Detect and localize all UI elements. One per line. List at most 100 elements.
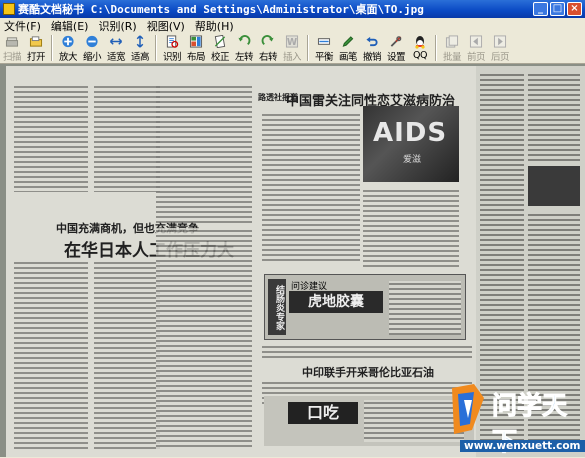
recognize-icon	[166, 35, 179, 48]
article-text-block	[14, 84, 88, 192]
bottom-advertisement: 口吃	[264, 396, 474, 446]
article-text-block	[156, 84, 252, 224]
qq-label: QQ	[413, 50, 427, 61]
next-page-button[interactable]: 后页	[488, 33, 512, 63]
edge-photo	[528, 166, 580, 206]
bottom-ad-title: 口吃	[288, 402, 358, 424]
next-page-icon	[493, 35, 507, 48]
minimize-button[interactable]: _	[533, 2, 548, 16]
window-title: 赛酷文档秘书 C:\Documents and Settings\Adminis…	[18, 3, 424, 16]
aids-photo-text: AIDS	[373, 118, 448, 148]
layout-button[interactable]: 布局	[184, 33, 208, 63]
ad-brand-title: 虎地胶囊	[289, 291, 383, 313]
undo-label: 撤销	[362, 52, 382, 63]
article-text-block	[14, 260, 88, 450]
scanned-newspaper-image: 中国充满商机，但也充满竞争 在华日本人工作压力大 路透社报道 中国雷关注同性恋艾…	[6, 66, 476, 457]
fit-width-label: 适宽	[106, 52, 126, 63]
pen-icon	[342, 36, 354, 47]
zoom-in-icon	[62, 35, 74, 48]
article-text-block	[262, 344, 472, 360]
menu-view[interactable]: 视图(V)	[143, 18, 191, 34]
zoom-in-button[interactable]: 放大	[56, 33, 80, 63]
layout-icon	[189, 35, 203, 48]
toolbar-separator	[307, 35, 309, 61]
zoom-in-label: 放大	[58, 52, 78, 63]
fit-width-icon	[109, 38, 123, 45]
open-folder-icon	[29, 36, 43, 47]
settings-icon	[390, 36, 402, 47]
zoom-out-label: 缩小	[82, 52, 102, 63]
menu-bar: 文件(F) 编辑(E) 识别(R) 视图(V) 帮助(H)	[0, 18, 585, 33]
deskew-label: 校正	[210, 52, 230, 63]
fit-height-button[interactable]: 适高	[128, 33, 152, 63]
prev-page-button[interactable]: 前页	[464, 33, 488, 63]
recognize-label: 识别	[162, 52, 182, 63]
batch-icon	[445, 35, 459, 48]
deskew-icon	[214, 35, 226, 48]
rotate-right-button[interactable]: 右转	[256, 33, 280, 63]
qq-icon	[415, 36, 425, 49]
article-text-block	[94, 84, 160, 192]
ad-text-block	[389, 281, 461, 335]
prev-page-label: 前页	[466, 52, 486, 63]
qq-button[interactable]: QQ	[408, 33, 432, 63]
open-label: 打开	[26, 52, 46, 63]
svg-text:W: W	[287, 37, 297, 48]
pen-label: 画笔	[338, 52, 358, 63]
zoom-out-button[interactable]: 缩小	[80, 33, 104, 63]
deskew-button[interactable]: 校正	[208, 33, 232, 63]
fit-width-button[interactable]: 适宽	[104, 33, 128, 63]
insert-label: 插入	[282, 52, 302, 63]
insert-icon: W	[285, 35, 299, 48]
menu-edit[interactable]: 编辑(E)	[47, 18, 95, 34]
menu-help[interactable]: 帮助(H)	[191, 18, 240, 34]
zoom-out-icon	[86, 35, 98, 48]
scanner-icon	[5, 37, 19, 47]
menu-file[interactable]: 文件(F)	[0, 18, 47, 34]
toolbar-separator	[51, 35, 53, 61]
rotate-left-icon	[238, 35, 251, 46]
aids-photo-caption: 爱滋	[403, 155, 422, 165]
watermark-url: www.wenxuett.com	[460, 440, 585, 452]
toolbar-separator	[155, 35, 157, 61]
fit-height-label: 适高	[130, 52, 150, 63]
next-page-label: 后页	[490, 52, 510, 63]
headline-bottom: 中印联手开采哥伦比亚石油	[302, 366, 434, 379]
rotate-left-button[interactable]: 左转	[232, 33, 256, 63]
batch-label: 批量	[442, 52, 462, 63]
balance-button[interactable]: 平衡	[312, 33, 336, 63]
app-icon[interactable]	[3, 3, 15, 15]
settings-label: 设置	[386, 52, 406, 63]
maximize-button[interactable]: □	[550, 2, 565, 16]
menu-recognize[interactable]: 识别(R)	[94, 18, 142, 34]
undo-icon	[366, 36, 378, 47]
layout-label: 布局	[186, 52, 206, 63]
rotate-left-label: 左转	[234, 52, 254, 63]
watermark: 问学天下 www.wenxuett.com	[444, 380, 585, 457]
advertisement: 结肠炎专家 问诊建议 虎地胶囊	[264, 274, 466, 340]
toolbar-separator	[435, 35, 437, 61]
prev-page-icon	[469, 35, 483, 48]
title-bar: 赛酷文档秘书 C:\Documents and Settings\Adminis…	[0, 0, 585, 18]
article-text-block	[528, 72, 580, 162]
balance-icon	[317, 38, 331, 45]
pen-button[interactable]: 画笔	[336, 33, 360, 63]
open-button[interactable]: 打开	[24, 33, 48, 63]
recognize-button[interactable]: 识别	[160, 33, 184, 63]
article-text-block	[156, 228, 252, 450]
scan-button[interactable]: 扫描	[0, 33, 24, 63]
batch-button[interactable]: 批量	[440, 33, 464, 63]
article-text-block	[363, 188, 459, 268]
close-button[interactable]: ×	[567, 2, 582, 16]
ad-side-label: 结肠炎专家	[268, 279, 286, 335]
undo-button[interactable]: 撤销	[360, 33, 384, 63]
balance-label: 平衡	[314, 52, 334, 63]
article-text-block	[262, 112, 360, 262]
rotate-right-icon	[261, 35, 274, 46]
toolbar: 扫描 打开 放大 缩小 适宽 适高 识别 布局 校正 左转 右转 W 插入 平衡…	[0, 33, 585, 64]
insert-button[interactable]: W 插入	[280, 33, 304, 63]
settings-button[interactable]: 设置	[384, 33, 408, 63]
scan-label: 扫描	[2, 52, 22, 63]
article-text-block	[94, 260, 160, 450]
aids-photo: AIDS 爱滋	[363, 106, 459, 182]
